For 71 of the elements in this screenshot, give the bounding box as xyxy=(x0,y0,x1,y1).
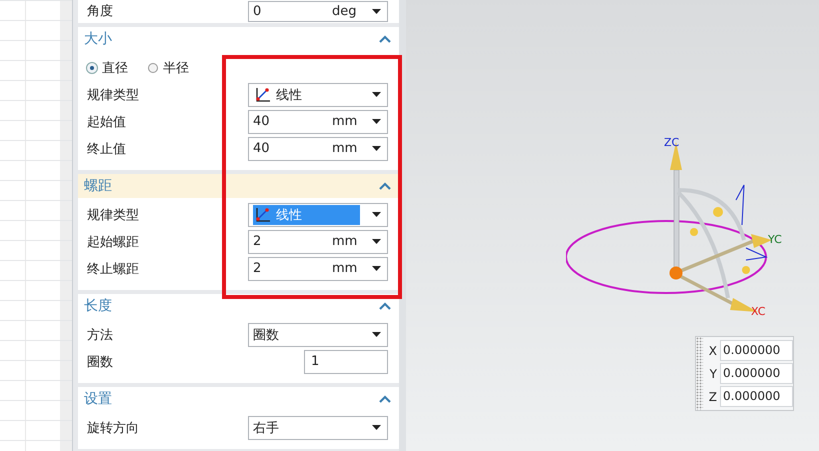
field-label: 起始螺距 xyxy=(87,234,140,250)
coordinate-field[interactable]: 0.000000 xyxy=(720,386,793,407)
section-title: 螺距 xyxy=(84,177,112,195)
section-title: 设置 xyxy=(84,390,112,408)
axis-label: Z xyxy=(708,390,717,404)
dropdown-field[interactable]: 右手 xyxy=(248,416,388,440)
field-label: 终止值 xyxy=(87,140,127,158)
section-header[interactable]: 大小 xyxy=(78,27,399,51)
unit-label: mm xyxy=(332,261,358,276)
axis-label: X xyxy=(708,344,717,358)
coordinate-field[interactable]: 0.000000 xyxy=(720,340,793,361)
dropdown-arrow-icon[interactable] xyxy=(372,266,381,271)
radio-label: 直径 xyxy=(102,60,128,76)
field-value: 40 xyxy=(253,141,271,156)
unit-label: deg xyxy=(332,4,358,18)
radio-label: 半径 xyxy=(163,60,189,76)
linear-graph-icon xyxy=(255,206,271,222)
field-label: 起始值 xyxy=(87,114,127,130)
collapse-icon[interactable] xyxy=(379,182,391,190)
dropdown-arrow-icon[interactable] xyxy=(372,146,381,151)
field-label: 规律类型 xyxy=(87,86,140,104)
law-type-dropdown[interactable]: 线性 xyxy=(248,82,388,106)
drag-handle[interactable] xyxy=(696,337,703,410)
field-value: 右手 xyxy=(253,420,280,436)
dropdown-arrow-icon[interactable] xyxy=(372,425,381,430)
radio-option[interactable]: 直径 xyxy=(87,58,128,76)
dropdown-value: 线性 xyxy=(253,84,360,104)
field-label: 圈数 xyxy=(87,354,114,370)
dropdown-arrow-icon[interactable] xyxy=(372,8,381,14)
section-header[interactable]: 长度 xyxy=(78,294,399,318)
radio-button[interactable] xyxy=(148,62,158,72)
dropdown-field[interactable]: 0 deg xyxy=(248,0,388,22)
linear-graph-icon xyxy=(255,86,271,102)
dropdown-arrow-icon[interactable] xyxy=(372,212,381,217)
dropdown-field[interactable]: 40 mm xyxy=(248,136,388,160)
y-axis-label: YC xyxy=(768,233,782,246)
section-title: 长度 xyxy=(84,297,112,315)
z-axis-label: ZC xyxy=(664,136,680,149)
section-title: 大小 xyxy=(84,30,112,48)
dropdown-arrow-icon[interactable] xyxy=(372,239,381,244)
dropdown-arrow-icon[interactable] xyxy=(372,332,381,337)
unit-label: mm xyxy=(332,114,358,129)
collapse-icon[interactable] xyxy=(379,35,391,43)
axis-label: Y xyxy=(708,366,717,380)
dropdown-arrow-icon[interactable] xyxy=(372,119,381,124)
number-field[interactable]: 1 xyxy=(304,350,388,374)
radio-option[interactable]: 半径 xyxy=(148,58,189,76)
field-label: 角度 xyxy=(87,3,114,20)
dropdown-field[interactable]: 2 mm xyxy=(248,230,388,254)
collapse-icon[interactable] xyxy=(379,395,391,403)
field-value: 圈数 xyxy=(253,326,280,344)
collapse-icon[interactable] xyxy=(379,302,391,310)
x-axis-label: XC xyxy=(751,305,766,318)
dropdown-field[interactable]: 圈数 xyxy=(248,322,388,346)
field-label: 旋转方向 xyxy=(87,420,140,436)
field-label: 方法 xyxy=(87,326,114,344)
dropdown-field[interactable]: 40 mm xyxy=(248,110,388,134)
field-value: 2 xyxy=(253,261,262,276)
field-label: 规律类型 xyxy=(87,206,140,224)
unit-label: mm xyxy=(332,234,358,249)
coordinate-field[interactable]: 0.000000 xyxy=(720,363,793,384)
field-label: 终止螺距 xyxy=(87,260,140,278)
section-header[interactable]: 设置 xyxy=(78,387,399,411)
field-value: 0 xyxy=(253,4,262,18)
section-header[interactable]: 螺距 xyxy=(78,174,399,198)
dropdown-field[interactable]: 2 mm xyxy=(248,256,388,280)
field-value: 2 xyxy=(253,234,262,249)
dropdown-value: 线性 xyxy=(253,204,360,224)
field-value: 40 xyxy=(253,114,271,129)
unit-label: mm xyxy=(332,141,358,156)
dropdown-arrow-icon[interactable] xyxy=(372,92,381,97)
